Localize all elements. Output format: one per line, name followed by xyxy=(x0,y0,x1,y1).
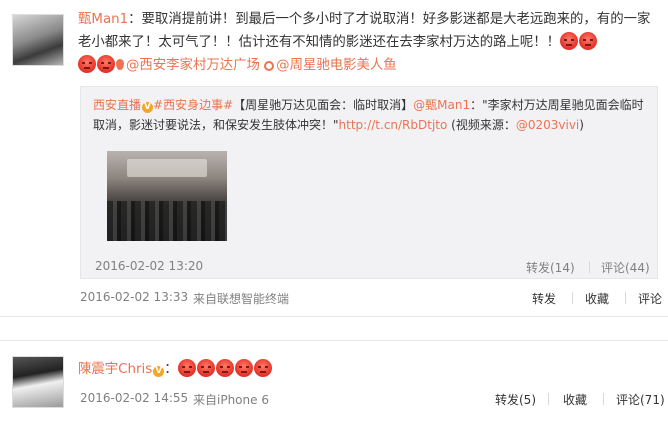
divider xyxy=(589,261,590,273)
movie-link[interactable]: @周星驰电影美人鱼 xyxy=(264,58,397,73)
weibo-post-1: 甄Man1：要取消提前讲！到最后一个多小时了才说取消！好多影迷都是大老远跑来的，… xyxy=(0,0,668,316)
repost-headline: 【周星驰万达见面会：临时取消】 xyxy=(233,98,414,112)
angry-face-icon xyxy=(196,359,215,377)
angry-face-icon xyxy=(177,359,196,377)
favorite-button[interactable]: 收藏 xyxy=(585,290,609,307)
angry-face-icon xyxy=(253,359,272,377)
angry-face-icon xyxy=(97,55,115,73)
author-name[interactable]: 甄Man1 xyxy=(78,12,128,27)
repost-button[interactable]: 转发(5) xyxy=(495,391,536,408)
colon: ： xyxy=(164,362,178,377)
post-body: 陳震宇Chris V： xyxy=(78,358,663,381)
repost-text: 西安直播 V #西安身边事#【周星驰万达见面会：临时取消】@甄Man1："李家村万达… xyxy=(93,95,653,135)
location-link[interactable]: @西安李家村万达广场 xyxy=(116,58,260,73)
divider xyxy=(548,393,549,405)
thumbnail-scene xyxy=(127,159,207,177)
post-source: 来自联想智能终端 xyxy=(193,292,290,306)
angry-face-icon xyxy=(78,55,96,73)
comment-button[interactable]: 评论(71) xyxy=(616,391,665,408)
verified-badge-icon: V xyxy=(142,102,154,113)
avatar[interactable] xyxy=(12,356,64,408)
post-source: 来自iPhone 6 xyxy=(193,393,269,407)
post-body: 甄Man1：要取消提前讲！到最后一个多小时了才说取消！好多影迷都是大老远跑来的，… xyxy=(78,8,663,77)
angry-face-icon xyxy=(215,359,234,377)
comment-button[interactable]: 评论 xyxy=(638,290,662,307)
divider xyxy=(603,393,604,405)
angry-face-icon xyxy=(560,32,579,50)
location-pin-icon xyxy=(116,59,124,70)
location-link-label: @西安李家村万达广场 xyxy=(126,58,260,73)
post-timestamp[interactable]: 2016-02-02 14:55 xyxy=(80,391,188,405)
thumbnail-crowd xyxy=(107,201,227,241)
repost-comment-button[interactable]: 评论(44) xyxy=(601,259,650,276)
author-name[interactable]: 陳震宇Chris xyxy=(78,362,152,377)
divider xyxy=(572,292,573,304)
avatar[interactable] xyxy=(12,14,64,66)
mention-link[interactable]: @甄Man1 xyxy=(413,98,470,112)
verified-badge-icon: V xyxy=(153,366,165,377)
source-mention-link[interactable]: @0203vivi xyxy=(516,118,579,132)
movie-link-label: @周星驰电影美人鱼 xyxy=(276,58,397,73)
favorite-button[interactable]: 收藏 xyxy=(563,391,587,408)
post-divider xyxy=(0,316,668,317)
angry-face-icon xyxy=(234,359,253,377)
angry-face-icon xyxy=(579,32,598,50)
repost-repost-button[interactable]: 转发(14) xyxy=(526,259,575,276)
repost-author[interactable]: 西安直播 xyxy=(93,98,141,112)
repost-timestamp[interactable]: 2016-02-02 13:20 xyxy=(95,259,203,273)
emoji-row xyxy=(177,359,273,377)
post-timestamp[interactable]: 2016-02-02 13:33 xyxy=(80,290,188,304)
divider xyxy=(625,292,626,304)
video-source-text: (视频来源： xyxy=(447,118,516,132)
short-url-link[interactable]: http://t.cn/RbDtjto xyxy=(339,118,448,132)
video-thumbnail[interactable] xyxy=(107,151,227,241)
close-paren: ) xyxy=(579,118,584,132)
repost-button[interactable]: 转发 xyxy=(532,290,556,307)
weibo-post-2: 陳震宇Chris V： 2016-02-02 14:55 来自iPhone 6 转… xyxy=(0,340,668,424)
movie-reel-icon xyxy=(264,61,275,71)
hashtag-link[interactable]: #西安身边事# xyxy=(153,98,233,112)
repost-card: 西安直播 V #西安身边事#【周星驰万达见面会：临时取消】@甄Man1："李家村万达… xyxy=(80,86,658,279)
